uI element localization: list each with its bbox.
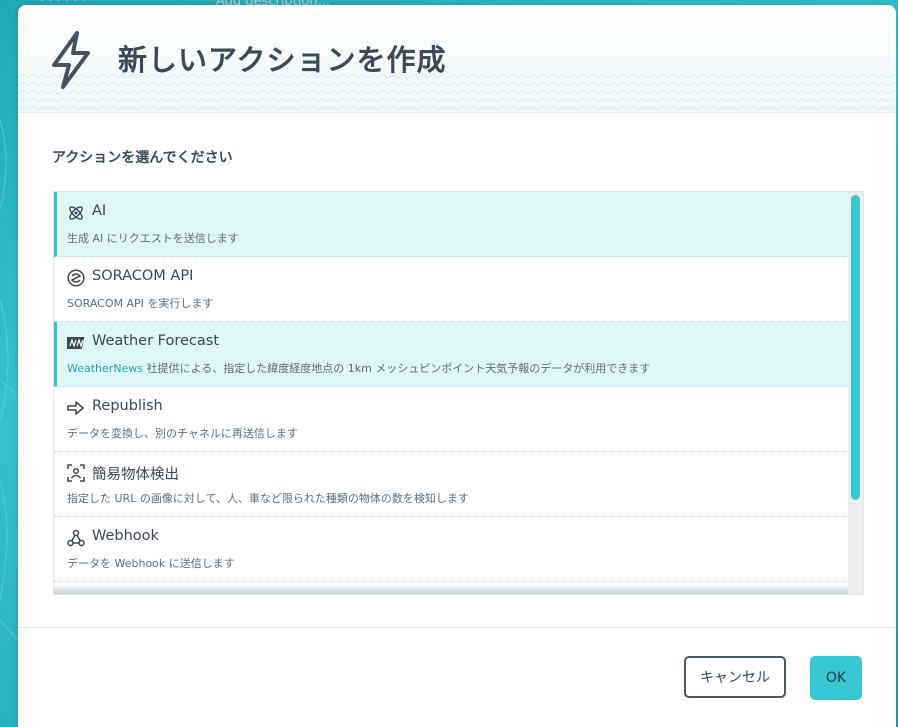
- action-item-republish[interactable]: Republish データを変換し、別のチャネルに再送信します: [54, 387, 848, 452]
- section-label: アクションを選んでください: [52, 150, 233, 166]
- action-list-items: AI 生成 AI にリクエストを送信します SORACOM API SORACO…: [54, 192, 848, 582]
- soracom-logo-icon: [67, 269, 85, 287]
- action-title: AI: [92, 203, 107, 219]
- create-action-dialog: 新しいアクションを作成 アクションを選んでください AI 生成 AI にリクエス…: [18, 5, 896, 727]
- footer-divider: [18, 627, 896, 628]
- action-description-text: 社提供による、指定した緯度経度地点の 1km メッシュピンポイント天気予報のデー…: [143, 362, 651, 375]
- action-item-weather-forecast[interactable]: Weather Forecast WeatherNews 社提供による、指定した…: [54, 322, 848, 387]
- action-list[interactable]: AI 生成 AI にリクエストを送信します SORACOM API SORACO…: [53, 191, 864, 595]
- weathernews-logo-icon: [67, 337, 85, 349]
- webhook-icon: [67, 529, 85, 547]
- action-item-webhook[interactable]: Webhook データを Webhook に送信します: [54, 517, 848, 582]
- action-title: SORACOM API: [92, 268, 194, 284]
- dialog-header: 新しいアクションを作成: [18, 5, 896, 113]
- weathernews-link[interactable]: WeatherNews: [67, 362, 143, 375]
- list-scrollbar-thumb[interactable]: [851, 195, 860, 500]
- atom-icon: [69, 206, 83, 220]
- action-item-soracom-api[interactable]: SORACOM API SORACOM API を実行します: [54, 257, 848, 322]
- dialog-title: 新しいアクションを作成: [118, 43, 447, 77]
- action-description: 指定した URL の画像に対して、人、車など限られた種類の物体の数を検知します: [67, 492, 469, 505]
- object-detection-icon: [67, 464, 85, 482]
- ok-button[interactable]: OK: [810, 656, 862, 700]
- action-description: WeatherNews 社提供による、指定した緯度経度地点の 1km メッシュピ…: [67, 360, 650, 376]
- action-title: Weather Forecast: [92, 333, 220, 349]
- action-description: データを Webhook に送信します: [67, 557, 235, 570]
- action-description: SORACOM API を実行します: [67, 297, 214, 310]
- list-fade-overlay: [54, 584, 848, 594]
- cancel-button[interactable]: キャンセル: [684, 656, 786, 698]
- arrow-right-icon: [67, 401, 84, 415]
- action-item-object-detection[interactable]: 簡易物体検出 指定した URL の画像に対して、人、車など限られた種類の物体の数…: [54, 452, 848, 517]
- action-title: Republish: [92, 398, 163, 414]
- action-title: Webhook: [92, 528, 159, 544]
- action-description: データを変換し、別のチャネルに再送信します: [67, 427, 298, 440]
- action-item-ai[interactable]: AI 生成 AI にリクエストを送信します: [54, 192, 848, 257]
- action-description: 生成 AI にリクエストを送信します: [67, 232, 239, 245]
- list-scrollbar[interactable]: [848, 192, 863, 594]
- action-title: 簡易物体検出: [92, 467, 179, 483]
- lightning-bolt-icon: [52, 31, 90, 89]
